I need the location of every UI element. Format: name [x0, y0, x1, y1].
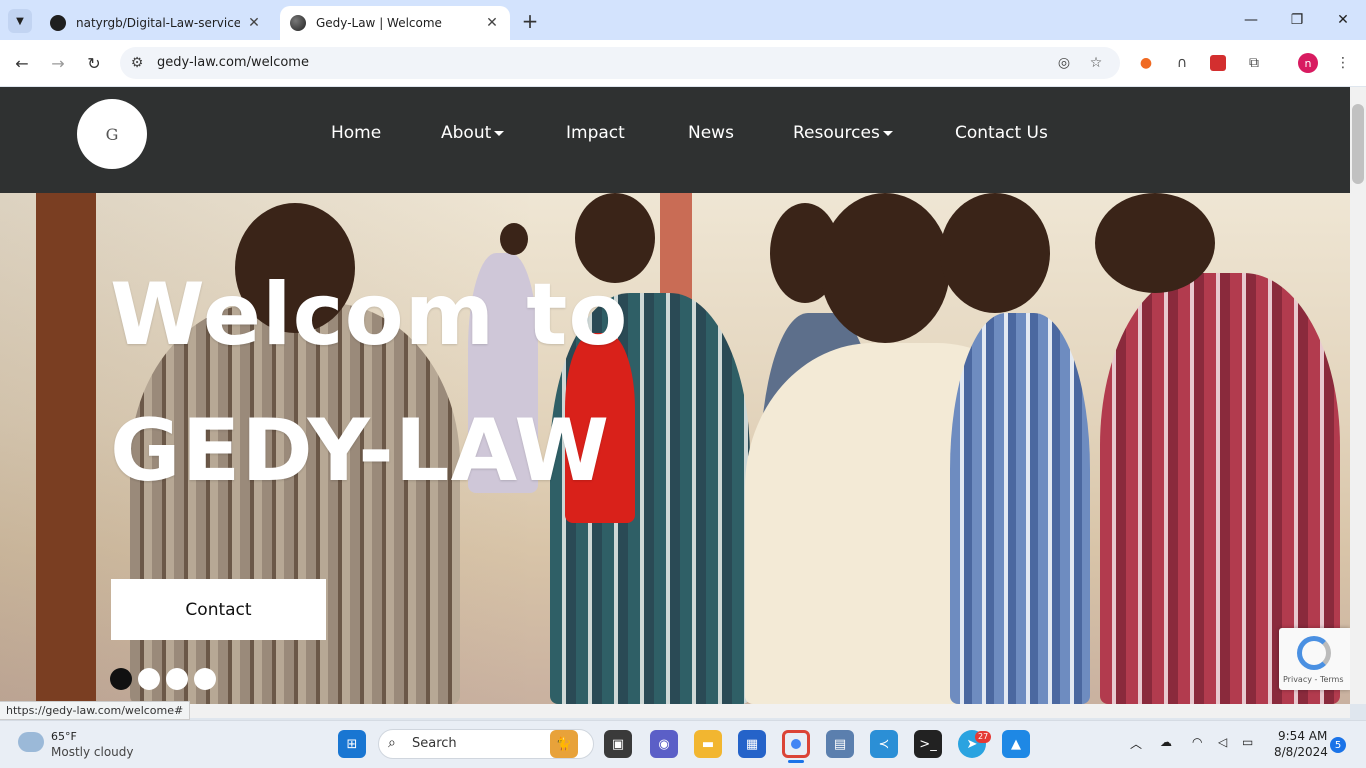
- hero-contact-button[interactable]: Contact: [111, 579, 326, 640]
- site-navbar: G Home About Impact News Resources Conta…: [0, 87, 1350, 193]
- terminal-icon[interactable]: >_: [914, 730, 942, 758]
- arrow-left-icon: ←: [15, 53, 29, 73]
- web-page: G Home About Impact News Resources Conta…: [0, 87, 1350, 704]
- url-text[interactable]: gedy-law.com/welcome: [157, 55, 309, 70]
- hero-heading-line2: GEDY-LAW: [110, 401, 611, 501]
- nav-impact[interactable]: Impact: [566, 123, 625, 143]
- tab-github[interactable]: natyrgb/Digital-Law-service: A p ✕: [40, 6, 272, 40]
- taskbar-search-placeholder[interactable]: Search: [412, 736, 457, 751]
- volume-icon[interactable]: ◁: [1218, 735, 1227, 749]
- extensions-puzzle-icon[interactable]: ⧉: [1243, 52, 1265, 74]
- photos-icon[interactable]: ▲: [1002, 730, 1030, 758]
- nav-home[interactable]: Home: [331, 123, 381, 143]
- onedrive-cloud-icon[interactable]: ☁: [1160, 735, 1172, 749]
- nav-impact-label: Impact: [566, 123, 625, 143]
- nav-contact-us[interactable]: Contact Us: [955, 123, 1048, 143]
- nav-resources-label: Resources: [793, 123, 880, 143]
- hero-heading-line1: Welcom to: [110, 265, 629, 365]
- weather-cloud-icon[interactable]: [18, 732, 44, 752]
- nav-contact-label: Contact Us: [955, 123, 1048, 143]
- clock-date[interactable]: 8/8/2024: [1274, 745, 1328, 759]
- tab-title: Gedy-Law | Welcome: [316, 16, 442, 30]
- chevron-down-icon: ▼: [16, 15, 24, 27]
- wifi-icon[interactable]: ◠: [1192, 735, 1202, 749]
- contact-button-label: Contact: [185, 599, 252, 620]
- telegram-badge: 27: [975, 731, 992, 743]
- recaptcha-badge[interactable]: Privacy - Terms: [1279, 628, 1350, 690]
- status-bar-url: https://gedy-law.com/welcome#: [0, 701, 191, 720]
- site-info-icon[interactable]: ⚙: [126, 52, 148, 74]
- meet-chat-icon[interactable]: ◉: [650, 730, 678, 758]
- weather-description[interactable]: Mostly cloudy: [51, 745, 134, 759]
- notification-badge[interactable]: 5: [1330, 737, 1346, 753]
- search-highlight-icon: 🐈: [550, 730, 578, 758]
- close-icon: ✕: [1337, 12, 1349, 28]
- chrome-active-indicator: [788, 760, 804, 763]
- recaptcha-icon: [1297, 636, 1331, 670]
- plus-icon: +: [521, 9, 539, 33]
- vscode-icon[interactable]: ≺: [870, 730, 898, 758]
- reload-icon: ↻: [87, 53, 101, 73]
- recaptcha-links[interactable]: Privacy - Terms: [1283, 675, 1344, 684]
- profile-avatar[interactable]: n: [1297, 52, 1319, 74]
- minimize-button[interactable]: —: [1228, 0, 1274, 40]
- microsoft-store-icon[interactable]: ▦: [738, 730, 766, 758]
- battery-icon[interactable]: ▭: [1242, 735, 1253, 749]
- github-icon: [50, 15, 66, 31]
- tab-search-button[interactable]: ▼: [8, 9, 32, 33]
- caret-down-icon: [494, 130, 505, 136]
- minimize-icon: —: [1244, 12, 1258, 28]
- nav-news[interactable]: News: [688, 123, 734, 143]
- logo-letter: G: [105, 124, 119, 144]
- carousel-indicator-4[interactable]: [194, 668, 216, 690]
- forward-button[interactable]: →: [46, 52, 70, 74]
- nav-about-label: About: [441, 123, 492, 143]
- tab-gedy-law[interactable]: Gedy-Law | Welcome ✕: [280, 6, 510, 40]
- back-button[interactable]: ←: [10, 52, 34, 74]
- extension-red-icon[interactable]: [1207, 52, 1229, 74]
- extension-arc-icon[interactable]: ∩: [1171, 52, 1193, 74]
- site-logo[interactable]: G: [77, 99, 147, 169]
- extension-icon[interactable]: ●: [1135, 52, 1157, 74]
- bookmark-star-icon[interactable]: ☆: [1085, 52, 1107, 74]
- weather-temp[interactable]: 65°F: [51, 730, 77, 743]
- arrow-right-icon: →: [51, 53, 65, 73]
- task-view-icon[interactable]: ▣: [604, 730, 632, 758]
- eye-slash-icon[interactable]: ◎: [1053, 52, 1075, 74]
- horizontal-scrollbar[interactable]: [0, 704, 1350, 718]
- nav-home-label: Home: [331, 123, 382, 143]
- site-favicon-icon: [290, 15, 306, 31]
- nav-resources[interactable]: Resources: [793, 123, 893, 143]
- close-tab-icon[interactable]: ✕: [246, 15, 262, 31]
- close-window-button[interactable]: ✕: [1320, 0, 1366, 40]
- close-tab-icon[interactable]: ✕: [484, 15, 500, 31]
- carousel-indicator-3[interactable]: [166, 668, 188, 690]
- chrome-icon[interactable]: [782, 730, 810, 758]
- caret-down-icon: [882, 130, 893, 136]
- new-tab-button[interactable]: +: [518, 9, 542, 33]
- restore-icon: ❐: [1290, 12, 1304, 28]
- vertical-scroll-thumb[interactable]: [1352, 104, 1364, 184]
- search-icon: ⌕: [388, 735, 396, 751]
- tab-title: natyrgb/Digital-Law-service: A p: [76, 16, 240, 30]
- nav-about[interactable]: About: [441, 123, 505, 143]
- clock-time[interactable]: 9:54 AM: [1278, 729, 1327, 743]
- file-explorer-icon[interactable]: ▬: [694, 730, 722, 758]
- restore-button[interactable]: ❐: [1274, 0, 1320, 40]
- reload-button[interactable]: ↻: [82, 52, 106, 74]
- remote-desktop-icon[interactable]: ▤: [826, 730, 854, 758]
- carousel-indicator-2[interactable]: [138, 668, 160, 690]
- windows-start-icon[interactable]: ⊞: [338, 730, 366, 758]
- chevron-up-icon[interactable]: ︿: [1130, 735, 1142, 752]
- carousel-indicator-1[interactable]: [110, 668, 132, 690]
- nav-news-label: News: [688, 123, 734, 143]
- menu-kebab-icon[interactable]: ⋮: [1332, 52, 1354, 74]
